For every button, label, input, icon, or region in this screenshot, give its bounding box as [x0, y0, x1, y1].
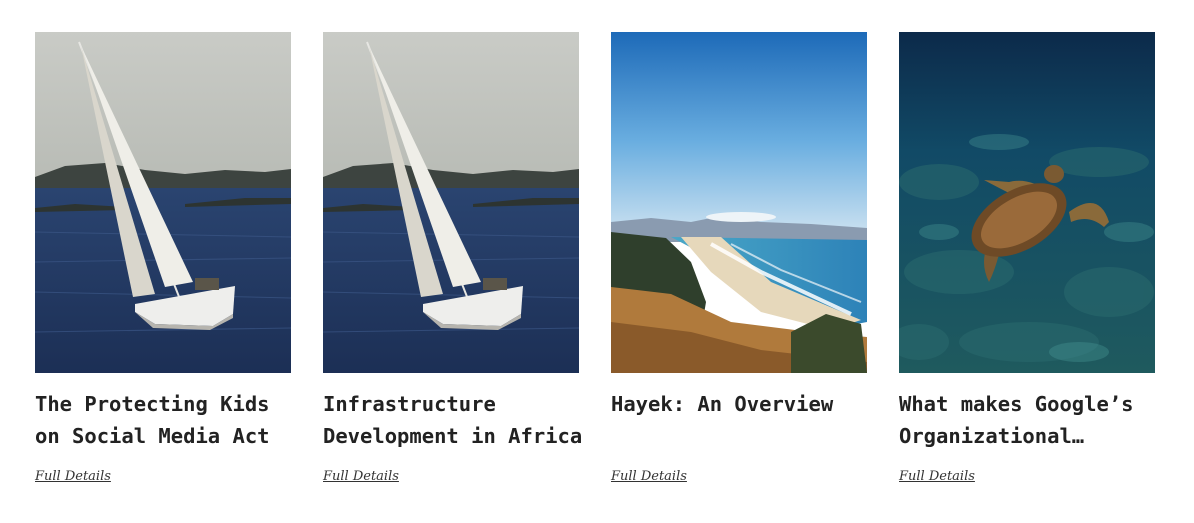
sea-turtle-photo [899, 32, 1155, 373]
article-card: Hayek: An Overview Full Details [611, 32, 867, 502]
article-card: The Protecting Kids on Social Media Act … [35, 32, 291, 502]
card-thumbnail-link[interactable] [611, 32, 867, 373]
article-card: Infrastructure Development in Africa Ful… [323, 32, 582, 502]
full-details-link[interactable]: Full Details [611, 469, 687, 484]
sailboat-photo [35, 32, 291, 373]
full-details-link[interactable]: Full Details [323, 469, 399, 484]
article-card: What makes Google’s Organizational Cultu… [899, 32, 1155, 502]
full-details-link[interactable]: Full Details [899, 469, 975, 484]
card-title[interactable]: Infrastructure Development in Africa [323, 388, 585, 452]
card-thumbnail-link[interactable] [323, 32, 579, 373]
card-grid: The Protecting Kids on Social Media Act … [35, 32, 1159, 502]
card-title[interactable]: Hayek: An Overview [611, 388, 873, 420]
card-title[interactable]: What makes Google’s Organizational Cultu… [899, 388, 1161, 452]
coastline-photo [611, 32, 867, 373]
card-thumbnail-link[interactable] [899, 32, 1155, 373]
sailboat-photo [323, 32, 579, 373]
card-title[interactable]: The Protecting Kids on Social Media Act [35, 388, 297, 452]
card-thumbnail-link[interactable] [35, 32, 291, 373]
full-details-link[interactable]: Full Details [35, 469, 111, 484]
